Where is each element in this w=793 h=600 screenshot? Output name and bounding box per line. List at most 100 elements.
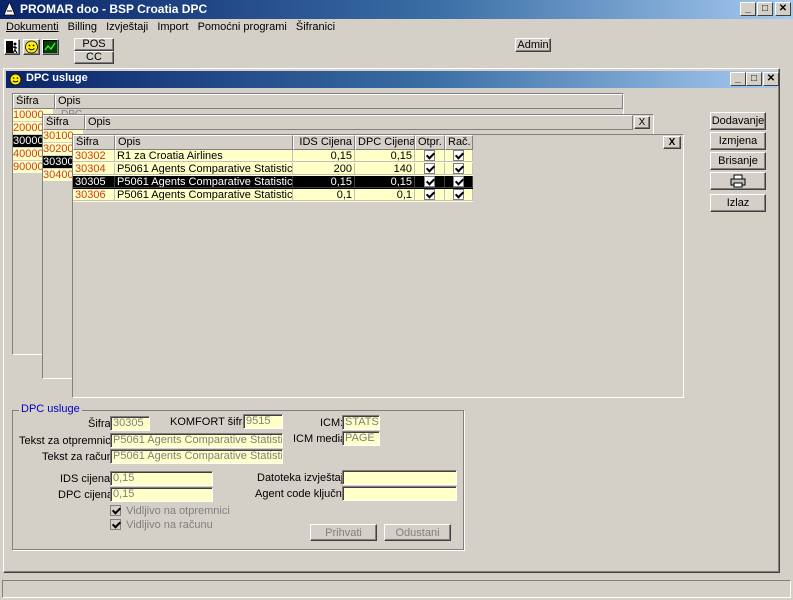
- print-button[interactable]: [710, 172, 766, 190]
- otpr-checkbox[interactable]: [424, 176, 435, 187]
- column-header-sifra[interactable]: Šifra: [13, 94, 55, 109]
- datoteka-label: Datoteka izvještaja:: [257, 472, 353, 484]
- tekst-racun-label: Tekst za račun:: [42, 451, 116, 463]
- cell-otpr: [415, 189, 445, 201]
- otpr-checkbox[interactable]: [424, 163, 435, 174]
- cell-ids-cijena: 0,15: [293, 176, 355, 188]
- column-header-opis[interactable]: Opis: [115, 135, 293, 150]
- admin-button[interactable]: Admin: [515, 38, 551, 52]
- komfort-label: KOMFORT šifra:: [170, 416, 252, 428]
- checkbox-box: [110, 505, 121, 516]
- ids-cijena-label: IDS cijena:: [60, 473, 114, 485]
- dpc-cijena-label: DPC cijena:: [58, 489, 117, 501]
- icm-label: ICM:: [320, 417, 344, 429]
- cell-otpr: [415, 176, 445, 188]
- cell-dpc-cijena: 0,1: [355, 189, 415, 201]
- child-close-button[interactable]: ✕: [763, 72, 779, 86]
- cell-opis: P5061 Agents Comparative Statistics Bas: [115, 163, 293, 175]
- komfort-field[interactable]: 9515: [243, 414, 283, 429]
- pos-button[interactable]: POS: [74, 38, 114, 51]
- form-group-title: DPC usluge: [19, 403, 82, 415]
- ids-cijena-field[interactable]: 0,15: [110, 471, 213, 486]
- cell-sifra: 30302: [73, 150, 115, 162]
- grid-close-button[interactable]: X: [663, 136, 681, 149]
- otpr-checkbox[interactable]: [424, 150, 435, 161]
- maximize-button[interactable]: □: [757, 2, 773, 16]
- close-button[interactable]: ✕: [775, 2, 791, 16]
- smiley-icon[interactable]: [23, 39, 40, 55]
- cell-dpc-cijena: 0,15: [355, 176, 415, 188]
- table-row-selected[interactable]: 30305 P5061 Agents Comparative Statistic…: [73, 176, 473, 189]
- rac-checkbox[interactable]: [453, 163, 464, 174]
- table-row[interactable]: 30302 R1 za Croatia Airlines 0,15 0,15: [73, 150, 473, 163]
- child-window-title: DPC usluge: [26, 72, 88, 84]
- cancel-button[interactable]: Odustani: [384, 524, 451, 541]
- table-row[interactable]: 30304 P5061 Agents Comparative Statistic…: [73, 163, 473, 176]
- cell-sifra: 30305: [73, 176, 115, 188]
- icm-media-field[interactable]: PAGE: [342, 431, 380, 446]
- tekst-racun-field[interactable]: P5061 Agents Comparative Statistics: [110, 449, 283, 464]
- chart-icon[interactable]: [42, 39, 59, 55]
- column-header-otpr[interactable]: Otpr.: [415, 135, 445, 150]
- table-row[interactable]: 30306 P5061 Agents Comparative Statistic…: [73, 189, 473, 202]
- sifra-field[interactable]: 30305: [110, 416, 150, 431]
- cc-button[interactable]: CC: [74, 51, 114, 64]
- menu-item-sifranici[interactable]: Šifranici: [296, 21, 335, 33]
- vidljivo-otpremnici-checkbox[interactable]: Vidljivo na otpremnici: [110, 505, 230, 518]
- cell-opis: R1 za Croatia Airlines: [115, 150, 293, 162]
- add-button[interactable]: Dodavanje: [710, 112, 766, 130]
- cell-dpc-cijena: 140: [355, 163, 415, 175]
- cell-opis: P5061 Agents Comparative Statistics pap: [115, 189, 293, 201]
- back-grid-2-close-button[interactable]: X: [634, 116, 650, 129]
- vidljivo-racunu-checkbox[interactable]: Vidljivo na računu: [110, 519, 213, 532]
- menu-item-billing[interactable]: Billing: [68, 21, 97, 33]
- dpc-cijena-field[interactable]: 0,15: [110, 487, 213, 502]
- cell-ids-cijena: 0,1: [293, 189, 355, 201]
- vidljivo-otpremnici-label: Vidljivo na otpremnici: [126, 505, 230, 517]
- cell-otpr: [415, 150, 445, 162]
- accept-button[interactable]: Prihvati: [310, 524, 377, 541]
- tekst-otpremnica-field[interactable]: P5061 Agents Comparative Statistics: [110, 433, 283, 448]
- menu-item-pomocni-programi[interactable]: Pomoćni programi: [198, 21, 287, 33]
- cell-sifra: 30306: [73, 189, 115, 201]
- edit-button[interactable]: Izmjena: [710, 132, 766, 150]
- cell-ids-cijena: 0,15: [293, 150, 355, 162]
- otpr-checkbox[interactable]: [424, 189, 435, 200]
- menu-item-import[interactable]: Import: [157, 21, 188, 33]
- menu-bar: Dokumenti Billing Izvještaji Import Pomo…: [0, 19, 793, 36]
- cell-dpc-cijena: 0,15: [355, 150, 415, 162]
- tekst-otpremnica-label: Tekst za otpremnicu:: [19, 435, 120, 447]
- status-bar: [2, 580, 791, 598]
- delete-button[interactable]: Brisanje: [710, 152, 766, 170]
- icm-media-label: ICM media:: [293, 433, 350, 445]
- app-titlebar: PROMAR doo - BSP Croatia DPC _ □ ✕: [0, 0, 793, 19]
- child-maximize-button[interactable]: □: [746, 72, 762, 86]
- column-header-rac[interactable]: Rač.: [445, 135, 473, 150]
- icm-field[interactable]: STATS: [342, 415, 380, 430]
- column-header-ids-cijena[interactable]: IDS Cijena: [293, 135, 355, 150]
- rac-checkbox[interactable]: [453, 189, 464, 200]
- child-titlebar: DPC usluge _ □ ✕: [6, 71, 779, 88]
- exit-button[interactable]: Izlaz: [710, 194, 766, 212]
- column-header-sifra[interactable]: Šifra: [73, 135, 115, 150]
- column-header-dpc-cijena[interactable]: DPC Cijena: [355, 135, 415, 150]
- cell-rac: [445, 176, 473, 188]
- cell-rac: [445, 163, 473, 175]
- agent-code-field[interactable]: [342, 486, 457, 501]
- cell-sifra: 30304: [73, 163, 115, 175]
- menu-item-dokumenti[interactable]: Dokumenti: [6, 21, 59, 33]
- datoteka-field[interactable]: [342, 470, 457, 485]
- app-title: PROMAR doo - BSP Croatia DPC: [20, 2, 208, 16]
- rac-checkbox[interactable]: [453, 176, 464, 187]
- column-header-opis[interactable]: Opis: [55, 94, 623, 109]
- exit-door-icon[interactable]: [4, 39, 20, 55]
- cell-rac: [445, 189, 473, 201]
- toolbar: POS CC Admin: [0, 36, 793, 64]
- column-header-sifra[interactable]: Šifra: [43, 115, 85, 130]
- child-minimize-button[interactable]: _: [730, 72, 746, 86]
- minimize-button[interactable]: _: [740, 2, 756, 16]
- rac-checkbox[interactable]: [453, 150, 464, 161]
- menu-item-izvjestaji[interactable]: Izvještaji: [106, 21, 148, 33]
- cell-ids-cijena: 200: [293, 163, 355, 175]
- column-header-opis[interactable]: Opis: [85, 115, 633, 130]
